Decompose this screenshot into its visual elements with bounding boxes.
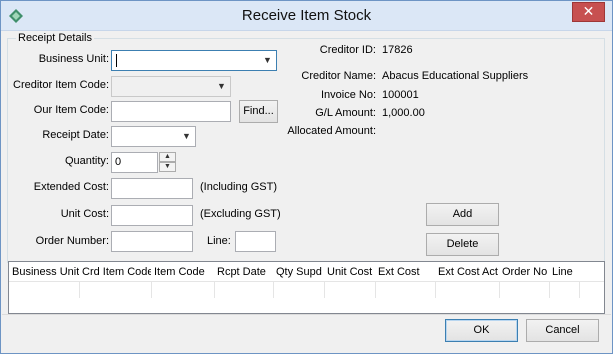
our-item-code-input[interactable]: [111, 101, 231, 122]
delete-button[interactable]: Delete: [426, 233, 499, 256]
creditor-item-code-select[interactable]: ▼: [111, 76, 231, 97]
line-label: Line:: [207, 235, 231, 247]
title-bar[interactable]: Receive Item Stock ✕: [1, 1, 612, 31]
quantity-spinner[interactable]: ▲ ▼: [159, 152, 176, 173]
close-icon[interactable]: ✕: [572, 2, 605, 22]
column-header-order-no[interactable]: Order No: [499, 262, 549, 282]
receipt-items-grid[interactable]: Business Unit Crd Item Code Item Code Rc…: [8, 261, 605, 314]
column-separator: [499, 282, 500, 298]
chevron-down-icon[interactable]: ▼: [178, 127, 195, 146]
window-title: Receive Item Stock: [241, 7, 372, 24]
order-number-input[interactable]: [111, 231, 193, 252]
spin-up-icon[interactable]: ▲: [159, 152, 176, 162]
quantity-value: 0: [115, 156, 122, 168]
column-separator: [375, 282, 376, 298]
invoice-no-label: Invoice No:: [320, 89, 376, 101]
column-header-ext-cost-act[interactable]: Ext Cost Act: [435, 262, 499, 282]
column-header-rcpt-date[interactable]: Rcpt Date: [214, 262, 273, 282]
business-unit-select[interactable]: ▼: [111, 50, 277, 71]
chevron-down-icon[interactable]: ▼: [213, 77, 230, 96]
receipt-date-picker[interactable]: ▼: [111, 126, 196, 147]
allocated-amount-label: Allocated Amount:: [287, 125, 376, 137]
extended-cost-note: (Including GST): [200, 181, 278, 193]
extended-cost-label: Extended Cost:: [33, 181, 109, 193]
column-separator: [151, 282, 152, 298]
creditor-id-label: Creditor ID:: [319, 44, 376, 56]
creditor-item-code-label: Creditor Item Code:: [13, 79, 109, 91]
column-header-unit-cost[interactable]: Unit Cost: [324, 262, 375, 282]
footer-divider: [2, 314, 611, 315]
column-header-line[interactable]: Line: [549, 262, 579, 282]
column-separator: [324, 282, 325, 298]
quantity-input[interactable]: 0: [111, 152, 158, 173]
quantity-label: Quantity:: [64, 155, 109, 167]
spin-down-icon[interactable]: ▼: [159, 162, 176, 172]
our-item-code-label: Our Item Code:: [33, 104, 109, 116]
creditor-id-value: 17826: [382, 44, 413, 56]
receipt-date-label: Receipt Date:: [42, 129, 109, 141]
column-separator: [79, 282, 80, 298]
grid-header: Business Unit Crd Item Code Item Code Rc…: [9, 262, 604, 282]
creditor-name-label: Creditor Name:: [301, 70, 376, 82]
column-header-business-unit[interactable]: Business Unit: [9, 262, 79, 282]
column-separator: [214, 282, 215, 298]
text-caret: [116, 54, 117, 67]
column-header-qty-supd[interactable]: Qty Supd: [273, 262, 324, 282]
add-button[interactable]: Add: [426, 203, 499, 226]
unit-cost-note: (Excluding GST): [200, 208, 281, 220]
column-separator: [435, 282, 436, 298]
unit-cost-input[interactable]: [111, 205, 193, 226]
cancel-button[interactable]: Cancel: [526, 319, 599, 342]
column-separator: [273, 282, 274, 298]
column-header-crd-item-code[interactable]: Crd Item Code: [79, 262, 151, 282]
line-input[interactable]: [235, 231, 276, 252]
order-number-label: Order Number:: [35, 235, 109, 247]
ok-button[interactable]: OK: [445, 319, 518, 342]
column-separator: [549, 282, 550, 298]
gl-amount-label: G/L Amount:: [315, 107, 376, 119]
dialog-body: Receipt Details Business Unit: Creditor …: [2, 32, 611, 353]
column-header-item-code[interactable]: Item Code: [151, 262, 214, 282]
gl-amount-value: 1,000.00: [382, 107, 425, 119]
business-unit-label: Business Unit:: [38, 53, 109, 65]
invoice-no-value: 100001: [382, 89, 419, 101]
column-separator: [579, 282, 580, 298]
receive-item-stock-window: Receive Item Stock ✕ Receipt Details Bus…: [0, 0, 613, 354]
column-header-ext-cost[interactable]: Ext Cost: [375, 262, 435, 282]
creditor-name-value: Abacus Educational Suppliers: [382, 70, 529, 82]
extended-cost-input[interactable]: [111, 178, 193, 199]
receipt-details-legend: Receipt Details: [16, 32, 94, 44]
unit-cost-label: Unit Cost:: [60, 208, 109, 220]
